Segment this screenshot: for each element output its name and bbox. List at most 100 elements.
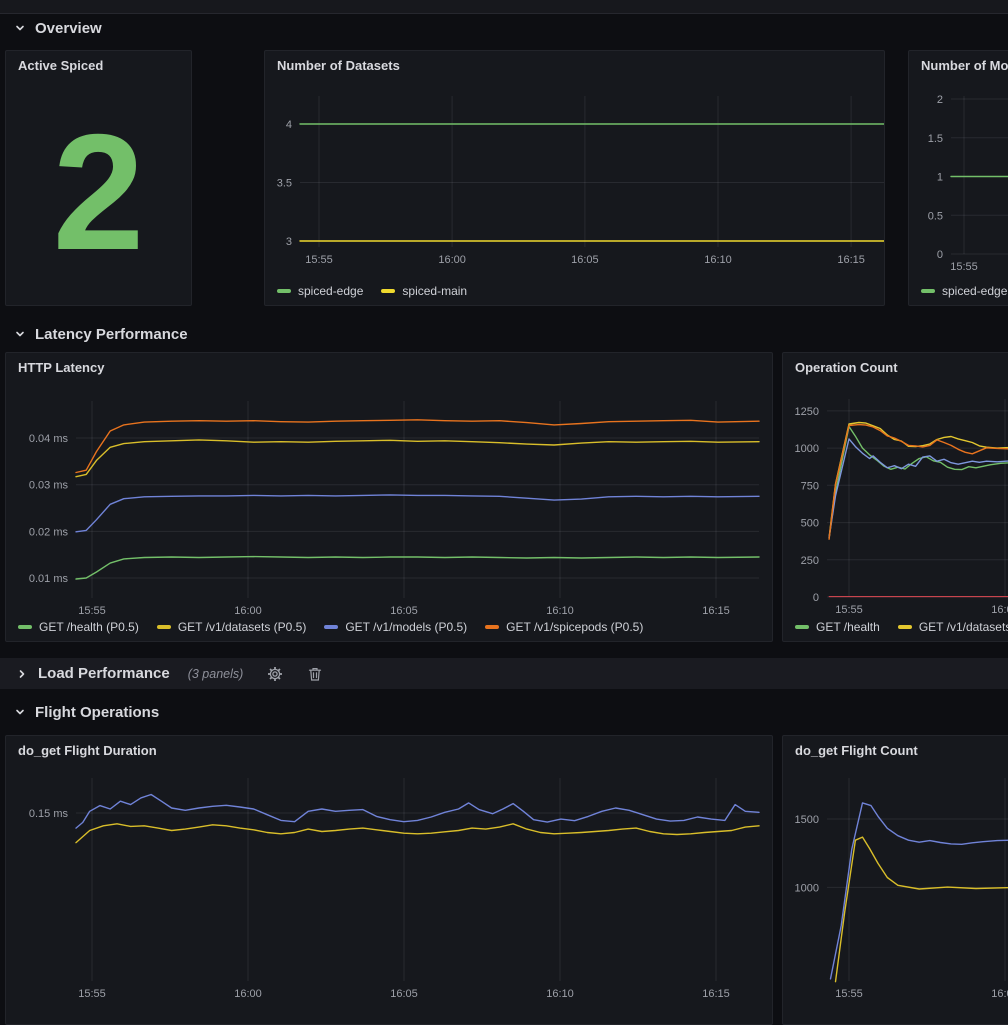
- legend-swatch: [324, 625, 338, 629]
- panel-title[interactable]: Number of Models: [921, 58, 1008, 73]
- svg-text:15:55: 15:55: [305, 254, 333, 266]
- legend-item[interactable]: spiced-main: [381, 284, 467, 298]
- chevron-down-icon: [14, 22, 26, 34]
- panel-do-get-flight-count: do_get Flight Count 15:5516:0016:0516:10…: [782, 735, 1008, 1025]
- legend-item[interactable]: GET /health (P0.5): [18, 620, 139, 634]
- panel-title[interactable]: do_get Flight Count: [795, 743, 918, 758]
- legend-label: spiced-edge: [942, 284, 1007, 298]
- models-chart[interactable]: 15:5516:0016:0516:1016:1500.511.52: [909, 51, 1008, 305]
- svg-text:1500: 1500: [795, 814, 819, 826]
- svg-text:0.02 ms: 0.02 ms: [29, 526, 69, 538]
- svg-text:16:00: 16:00: [991, 988, 1008, 1000]
- svg-text:16:05: 16:05: [390, 988, 418, 1000]
- svg-text:0.04 ms: 0.04 ms: [29, 433, 69, 445]
- dashboard: { "sections": { "overview": {"label": "O…: [0, 0, 1008, 849]
- legend-item[interactable]: spiced-edge: [277, 284, 363, 298]
- svg-text:0.01 ms: 0.01 ms: [29, 573, 69, 585]
- svg-text:2: 2: [937, 94, 943, 106]
- gear-icon[interactable]: [267, 666, 283, 682]
- panel-title[interactable]: Operation Count: [795, 360, 898, 375]
- svg-text:16:15: 16:15: [702, 605, 730, 617]
- legend-item[interactable]: spiced-edge: [921, 284, 1007, 298]
- legend-label: spiced-edge: [298, 284, 363, 298]
- svg-text:16:00: 16:00: [438, 254, 466, 266]
- svg-text:15:55: 15:55: [835, 988, 863, 1000]
- svg-text:16:10: 16:10: [704, 254, 732, 266]
- legend-swatch: [381, 289, 395, 293]
- svg-text:0: 0: [937, 249, 943, 261]
- legend-swatch: [277, 289, 291, 293]
- legend-label: spiced-main: [402, 284, 467, 298]
- http-latency-legend: GET /health (P0.5) GET /v1/datasets (P0.5…: [18, 620, 643, 634]
- legend-label: GET /v1/datasets (P0.5): [178, 620, 307, 634]
- section-title: Overview: [35, 20, 102, 37]
- panel-title[interactable]: Active Spiced: [18, 58, 103, 73]
- legend-swatch: [18, 625, 32, 629]
- svg-text:15:55: 15:55: [835, 604, 863, 616]
- svg-text:16:10: 16:10: [546, 605, 574, 617]
- legend-item[interactable]: GET /health: [795, 620, 880, 634]
- stat-body: 2: [6, 79, 191, 305]
- svg-text:750: 750: [801, 480, 819, 492]
- legend-item[interactable]: GET /v1/datasets (P0.5): [157, 620, 307, 634]
- models-legend: spiced-edge: [921, 284, 1007, 298]
- legend-item[interactable]: GET /v1/datasets: [898, 620, 1008, 634]
- svg-text:15:55: 15:55: [78, 988, 106, 1000]
- panel-title[interactable]: do_get Flight Duration: [18, 743, 157, 758]
- svg-text:16:05: 16:05: [571, 254, 599, 266]
- panel-do-get-flight-duration: do_get Flight Duration 15:55 16:00 16:05 16…: [5, 735, 773, 1025]
- panel-number-of-datasets: Number of Datasets 15:5516:0016:0516:101…: [264, 50, 885, 306]
- svg-text:250: 250: [801, 555, 819, 567]
- svg-text:1000: 1000: [795, 882, 819, 894]
- panel-http-latency: HTTP Latency 15:5516:0016:0516:1016:150.…: [5, 352, 773, 642]
- svg-text:3: 3: [286, 236, 292, 248]
- svg-text:1000: 1000: [795, 443, 819, 455]
- svg-text:16:10: 16:10: [546, 988, 574, 1000]
- section-header-latency-performance[interactable]: Latency Performance: [14, 322, 188, 346]
- operation-count-chart[interactable]: 15:5516:0016:0516:1016:15025050075010001…: [783, 353, 1008, 641]
- section-header-overview[interactable]: Overview: [14, 16, 102, 40]
- stat-value: 2: [53, 110, 145, 275]
- panel-active-spiced: Active Spiced 2: [5, 50, 192, 306]
- svg-text:3.5: 3.5: [277, 178, 292, 190]
- legend-swatch: [898, 625, 912, 629]
- section-title: Load Performance: [38, 665, 170, 682]
- svg-text:16:15: 16:15: [837, 254, 865, 266]
- legend-item[interactable]: GET /v1/spicepods (P0.5): [485, 620, 643, 634]
- operation-count-legend: GET /health GET /v1/datasets: [795, 620, 1008, 634]
- section-header-load-performance[interactable]: Load Performance (3 panels): [0, 658, 1008, 689]
- svg-text:1.5: 1.5: [928, 133, 943, 145]
- legend-label: GET /v1/models (P0.5): [345, 620, 467, 634]
- legend-label: GET /v1/datasets: [919, 620, 1008, 634]
- datasets-legend: spiced-edge spiced-main: [277, 284, 467, 298]
- flight-count-chart[interactable]: 15:5516:0016:0516:1016:1515001000: [783, 736, 1008, 1024]
- legend-swatch: [921, 289, 935, 293]
- legend-label: GET /health (P0.5): [39, 620, 139, 634]
- panel-title[interactable]: HTTP Latency: [18, 360, 104, 375]
- section-header-flight-operations[interactable]: Flight Operations: [14, 700, 159, 724]
- svg-text:0: 0: [813, 592, 819, 604]
- svg-text:1: 1: [937, 172, 943, 184]
- legend-item[interactable]: GET /v1/models (P0.5): [324, 620, 467, 634]
- legend-swatch: [485, 625, 499, 629]
- legend-label: GET /health: [816, 620, 880, 634]
- http-latency-chart[interactable]: 15:5516:0016:0516:1016:150.01 ms0.02 ms0…: [6, 353, 772, 641]
- panel-title[interactable]: Number of Datasets: [277, 58, 400, 73]
- chevron-down-icon: [14, 706, 26, 718]
- trash-icon[interactable]: [307, 666, 323, 682]
- svg-text:16:00: 16:00: [234, 988, 262, 1000]
- legend-label: GET /v1/spicepods (P0.5): [506, 620, 643, 634]
- svg-text:16:00: 16:00: [234, 605, 262, 617]
- svg-text:16:05: 16:05: [390, 605, 418, 617]
- datasets-chart[interactable]: 15:55 16:00 16:05 16:10 16:15 3 3.5 4: [265, 51, 884, 305]
- flight-duration-chart[interactable]: 15:5516:0016:0516:1016:150.15 ms: [6, 736, 772, 1024]
- legend-swatch: [157, 625, 171, 629]
- section-title: Latency Performance: [35, 326, 188, 343]
- svg-text:4: 4: [286, 119, 292, 131]
- svg-text:16:15: 16:15: [702, 988, 730, 1000]
- chevron-right-icon: [16, 668, 28, 680]
- chevron-down-icon: [14, 328, 26, 340]
- svg-text:0.5: 0.5: [928, 210, 943, 222]
- top-toolbar-edge: [0, 0, 1008, 14]
- svg-text:0.03 ms: 0.03 ms: [29, 480, 69, 492]
